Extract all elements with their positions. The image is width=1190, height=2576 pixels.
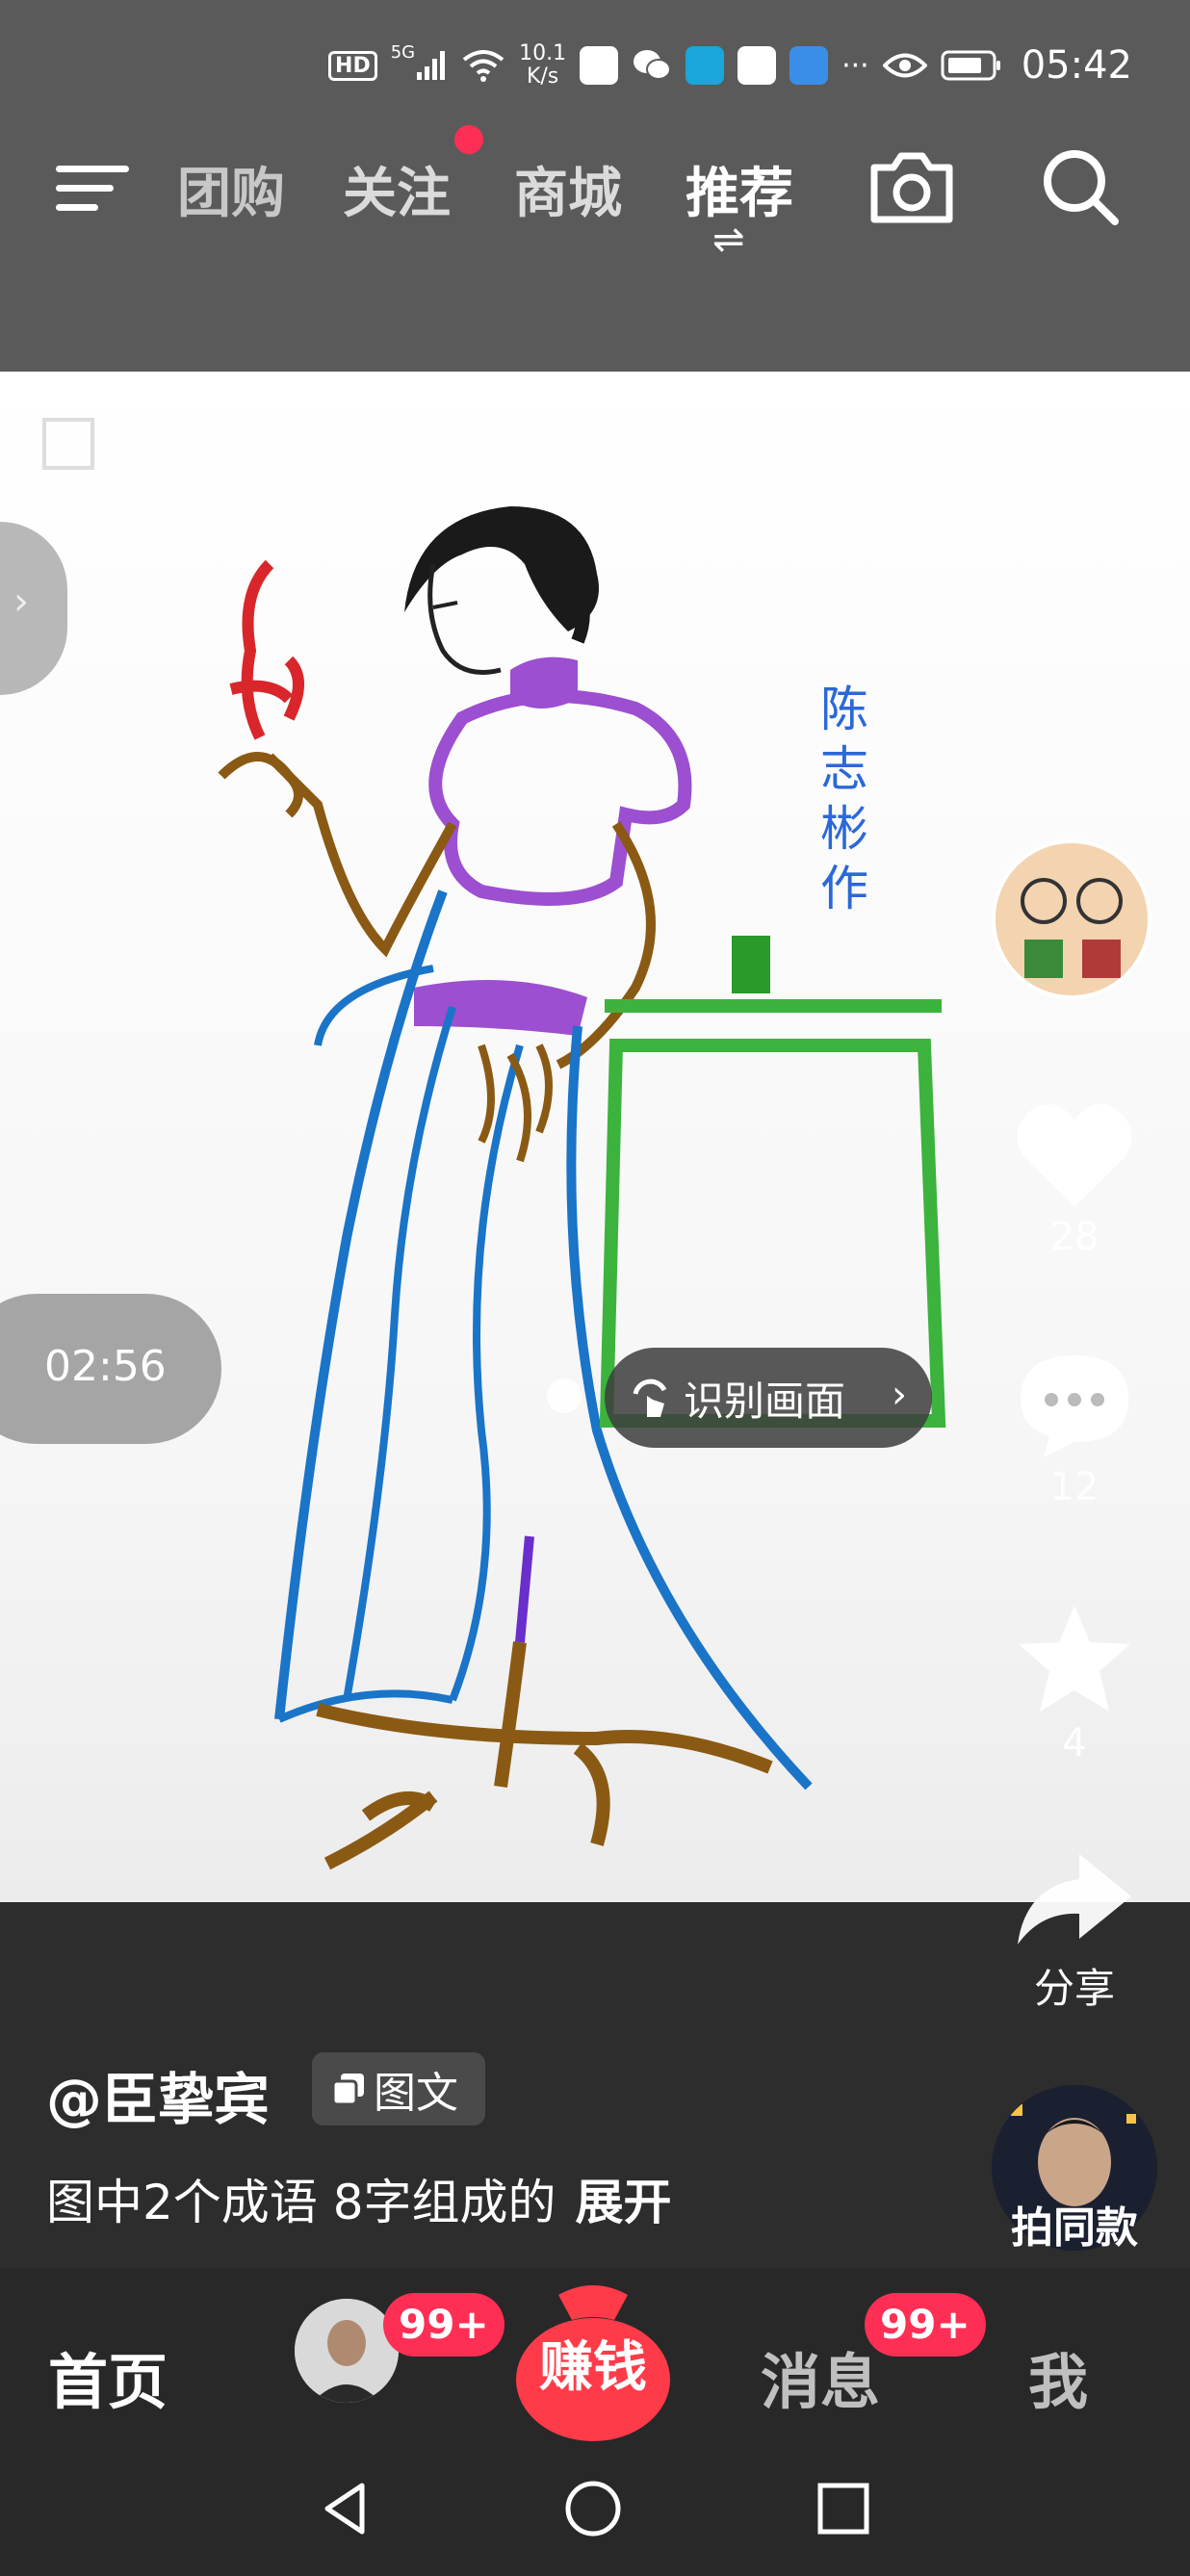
signature-char: 志 [820, 741, 868, 797]
camera-icon[interactable] [867, 148, 957, 231]
top-nav: 团购 关注 商城 推荐 ⇌ [0, 125, 1190, 262]
hand-tap-icon [626, 1371, 674, 1427]
earn-money-button[interactable]: 赚钱 [510, 2276, 676, 2441]
share-button[interactable]: 分享 [961, 1848, 1188, 2015]
tab-home[interactable]: 首页 [48, 2333, 168, 2420]
wifi-icon [461, 48, 505, 83]
tab-recommend[interactable]: 推荐 [686, 150, 793, 228]
like-button[interactable]: 28 [961, 1099, 1188, 1259]
bottom-tab-bar: 首页 99+ 赚钱 消息 99+ 我 [0, 2268, 1190, 2441]
author-avatar[interactable] [992, 839, 1151, 999]
recognize-anchor-dot [547, 1378, 582, 1413]
share-label: 分享 [1033, 1965, 1115, 2012]
status-bar: HD 5G 10.1 K/s ··· 05:42 [328, 37, 1132, 94]
duration-pill[interactable]: 02:56 [0, 1294, 221, 1444]
friends-avatar[interactable] [295, 2299, 399, 2403]
same-style-label[interactable]: 拍同款 [978, 2193, 1171, 2254]
tab-following[interactable]: 关注 [343, 150, 451, 228]
heart-icon [1017, 1103, 1132, 1207]
author-username[interactable]: @臣挚宾 [46, 2054, 270, 2135]
expand-link[interactable]: 展开 [576, 2175, 672, 2230]
weather-app-icon [789, 46, 829, 85]
duration-text: 02:56 [44, 1342, 167, 1391]
notification-dot [454, 125, 483, 154]
wechat-icon [632, 47, 672, 84]
system-nav-bar [0, 2441, 1190, 2576]
cellular-signal-icon: 5G [391, 42, 448, 82]
post-type-tag: 图文 [312, 2052, 485, 2125]
earn-label: 赚钱 [539, 2336, 647, 2399]
top-header: HD 5G 10.1 K/s ··· 05:42 团购 关注 商城 推荐 ⇌ [0, 0, 1190, 372]
recents-square-icon[interactable] [815, 2480, 872, 2537]
favorite-button[interactable]: 4 [961, 1602, 1188, 1765]
swap-feed-icon[interactable]: ⇌ [712, 218, 745, 262]
recognize-image-button[interactable]: 识别画面 › [547, 1348, 932, 1448]
signature-vertical-text: 陈 志 彬 作 [820, 680, 868, 918]
battery-icon [941, 49, 1002, 82]
more-status-icon: ··· [841, 48, 869, 83]
search-icon[interactable] [1038, 144, 1123, 233]
signature-char: 作 [820, 861, 868, 916]
gallery-icon [331, 2074, 364, 2106]
share-arrow-icon [1018, 1854, 1131, 1945]
comment-count: 12 [1049, 1465, 1099, 1509]
eye-icon [882, 51, 927, 80]
friends-badge: 99+ [383, 2293, 504, 2357]
comment-button[interactable]: 12 [961, 1350, 1188, 1509]
messages-badge: 99+ [865, 2293, 986, 2357]
tab-messages[interactable]: 消息 [761, 2333, 880, 2420]
signature-char: 彬 [820, 801, 868, 857]
tab-mall[interactable]: 商城 [514, 150, 622, 228]
post-type-label: 图文 [374, 2069, 458, 2118]
network-speed: 10.1 K/s [519, 41, 567, 89]
clock: 05:42 [1021, 43, 1132, 88]
star-icon [1019, 1606, 1130, 1712]
menu-icon[interactable] [56, 156, 129, 218]
description-text: 图中2个成语 8字组成的 [46, 2175, 556, 2230]
reader-app-icon [686, 46, 725, 85]
favorite-count: 4 [1062, 1721, 1087, 1765]
signature-char: 陈 [820, 682, 868, 737]
chevron-right-icon: › [892, 1373, 907, 1417]
post-description[interactable]: 图中2个成语 8字组成的 展开 [46, 2164, 672, 2233]
chevron-right-icon: › [13, 580, 29, 624]
comment-icon [1021, 1355, 1128, 1457]
back-icon[interactable] [318, 2480, 375, 2537]
hd-indicator: HD [328, 50, 377, 81]
tab-group-buy[interactable]: 团购 [177, 150, 285, 228]
shopping-app-icon [580, 46, 619, 85]
like-count: 28 [1049, 1215, 1099, 1259]
home-circle-icon[interactable] [564, 2480, 622, 2537]
mobile-app-icon [737, 46, 777, 85]
recognize-label: 识别画面 [684, 1377, 846, 1425]
tab-me[interactable]: 我 [1028, 2333, 1088, 2420]
